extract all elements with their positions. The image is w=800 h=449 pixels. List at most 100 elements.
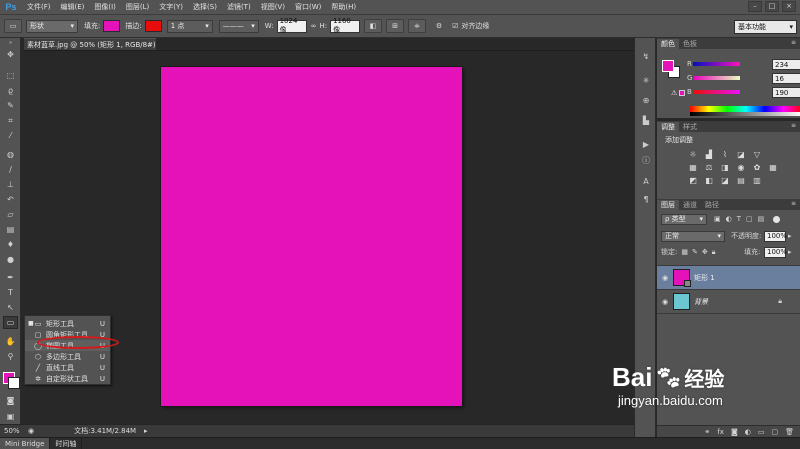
tab-channels[interactable]: 通道 — [679, 200, 701, 210]
screen-mode-icon[interactable]: ▣ — [3, 410, 18, 423]
link-icon[interactable]: ∞ — [311, 22, 317, 30]
clone-source-icon[interactable]: ⊕ — [640, 94, 652, 106]
channel-mixer-icon[interactable]: ✿ — [751, 162, 763, 172]
b-slider[interactable] — [693, 90, 740, 94]
new-group-icon[interactable]: ▭ — [758, 428, 765, 436]
path-operations-button[interactable]: ◧ — [364, 19, 383, 33]
add-mask-icon[interactable]: ◙ — [731, 428, 738, 436]
stroke-type-select[interactable]: ——— ▾ — [218, 19, 259, 33]
info-icon[interactable]: ⓘ — [640, 154, 652, 166]
brush-tool-icon[interactable]: ∕ — [3, 163, 18, 176]
flyout-item-line[interactable]: ╱ 直线工具 U — [25, 362, 110, 373]
tab-mini-bridge[interactable]: Mini Bridge — [0, 438, 51, 449]
new-layer-icon[interactable]: ▢ — [771, 428, 778, 436]
gradient-map-icon[interactable]: ▥ — [751, 175, 763, 185]
quick-select-tool-icon[interactable]: ✎ — [3, 99, 18, 112]
geometry-settings-button[interactable]: ⚙ — [430, 19, 448, 33]
height-input[interactable]: 1160 像 — [330, 17, 361, 34]
actions-icon[interactable]: ▶ — [640, 138, 652, 150]
quick-mask-icon[interactable]: ◙ — [3, 394, 18, 407]
workspace-select[interactable]: 基本功能 ▾ — [734, 20, 797, 34]
blur-tool-icon[interactable]: ♦ — [3, 238, 18, 251]
maximize-button[interactable]: □ — [765, 1, 779, 12]
path-alignment-button[interactable]: ⊞ — [386, 19, 405, 33]
clone-stamp-tool-icon[interactable]: ⊥ — [3, 178, 18, 191]
adjustment-filter-icon[interactable]: ◐ — [726, 215, 732, 223]
posterize-icon[interactable]: ◧ — [703, 175, 715, 185]
fill-color-swatch[interactable] — [103, 20, 121, 32]
flyout-item-custom-shape[interactable]: ✲ 自定形状工具 U — [25, 373, 110, 384]
g-slider[interactable] — [693, 76, 740, 80]
filter-toggle-icon[interactable] — [773, 215, 781, 223]
black-white-icon[interactable]: ◨ — [719, 162, 731, 172]
crop-tool-icon[interactable]: ⌗ — [3, 114, 18, 127]
panel-menu-icon[interactable]: ≡ — [791, 200, 796, 207]
minimize-button[interactable]: – — [748, 1, 762, 12]
tab-timeline[interactable]: 时间轴 — [50, 438, 83, 449]
eraser-tool-icon[interactable]: ▱ — [3, 208, 18, 221]
path-select-tool-icon[interactable]: ↖ — [3, 301, 18, 314]
menu-edit[interactable]: 编辑(E) — [56, 2, 90, 12]
link-layers-icon[interactable]: ⚭ — [704, 428, 710, 436]
layer-kind-select[interactable]: ρ 类型 ▾ — [661, 213, 707, 225]
opacity-input[interactable]: 100% — [764, 230, 787, 242]
dodge-tool-icon[interactable]: ● — [3, 253, 18, 266]
trash-icon[interactable]: 🗑︎ — [785, 428, 794, 436]
path-arrange-button[interactable]: ≑ — [408, 19, 427, 33]
g-value-input[interactable]: 16 — [772, 73, 800, 84]
new-adjustment-icon[interactable]: ◐ — [745, 428, 751, 436]
tab-layers[interactable]: 图层 — [657, 200, 679, 210]
hand-tool-icon[interactable]: ✋ — [3, 335, 18, 348]
menu-layer[interactable]: 图层(L) — [121, 2, 154, 12]
color-balance-icon[interactable]: ⚖ — [703, 162, 715, 172]
marquee-tool-icon[interactable]: ⬚ — [3, 69, 18, 82]
tool-preset-picker[interactable]: ▭ — [4, 19, 22, 33]
document-tab[interactable]: 素材蓝草.jpg @ 50% (矩形 1, RGB/8#) * × — [24, 38, 156, 50]
panel-menu-icon[interactable]: ≡ — [791, 39, 796, 46]
status-icon[interactable]: ◉ — [28, 427, 34, 435]
threshold-icon[interactable]: ◪ — [719, 175, 731, 185]
lasso-tool-icon[interactable]: ϱ — [3, 84, 18, 97]
lock-all-icon[interactable]: 🔒︎ — [712, 248, 716, 257]
layer-row-background[interactable]: ◉ 背景 🔒︎ — [657, 290, 800, 314]
exposure-icon[interactable]: ◪ — [735, 149, 747, 159]
tab-swatches[interactable]: 色板 — [679, 39, 701, 49]
background-color-swatch[interactable] — [8, 377, 20, 389]
mode-select[interactable]: 形状 ▾ — [26, 19, 78, 33]
curves-icon[interactable]: ⌇ — [719, 149, 731, 159]
selective-color-icon[interactable]: ▤ — [735, 175, 747, 185]
pen-tool-icon[interactable]: ✒ — [3, 271, 18, 284]
stroke-color-swatch[interactable] — [144, 20, 162, 32]
menu-file[interactable]: 文件(F) — [22, 2, 56, 12]
history-panel-icon[interactable]: ↯ — [640, 50, 652, 62]
brightness-contrast-icon[interactable]: ☼ — [687, 149, 699, 159]
menu-window[interactable]: 窗口(W) — [290, 2, 326, 12]
flyout-item-polygon[interactable]: ⬡ 多边形工具 U — [25, 351, 110, 362]
tab-paths[interactable]: 路径 — [701, 200, 723, 210]
tab-styles[interactable]: 样式 — [679, 122, 701, 132]
rectangle-tool-icon[interactable]: ▭ — [3, 316, 18, 329]
lock-image-icon[interactable]: ✎ — [692, 248, 698, 256]
photo-filter-icon[interactable]: ◉ — [735, 162, 747, 172]
tab-adjustments[interactable]: 调整 — [657, 122, 679, 132]
pixel-filter-icon[interactable]: ▣ — [714, 215, 721, 223]
align-edges-checkbox[interactable]: ☑ — [452, 22, 458, 30]
lock-transparent-icon[interactable]: ▦ — [681, 248, 688, 256]
eye-icon[interactable]: ◉ — [657, 274, 673, 282]
layer-name[interactable]: 背景 — [694, 297, 708, 307]
lock-position-icon[interactable]: ✥ — [702, 248, 708, 256]
width-input[interactable]: 1024 像 — [276, 17, 307, 34]
move-tool-icon[interactable]: ✥ — [3, 48, 18, 61]
fill-input[interactable]: 100% — [764, 246, 787, 258]
layer-row-rectangle[interactable]: ◉ 矩形 1 — [657, 266, 800, 290]
color-panel-fg-swatch[interactable] — [662, 60, 674, 72]
character-panel-icon[interactable]: A — [640, 175, 652, 187]
menu-help[interactable]: 帮助(H) — [326, 2, 361, 12]
panel-collapse-icon[interactable]: » — [3, 40, 18, 46]
smart-object-filter-icon[interactable]: ▤ — [758, 215, 765, 223]
gradient-tool-icon[interactable]: ▤ — [3, 223, 18, 236]
healing-brush-tool-icon[interactable]: ◍ — [3, 148, 18, 161]
hue-saturation-icon[interactable]: ▦ — [687, 162, 699, 172]
eye-icon[interactable]: ◉ — [657, 298, 673, 306]
chevron-right-icon[interactable]: ▸ — [788, 232, 792, 240]
